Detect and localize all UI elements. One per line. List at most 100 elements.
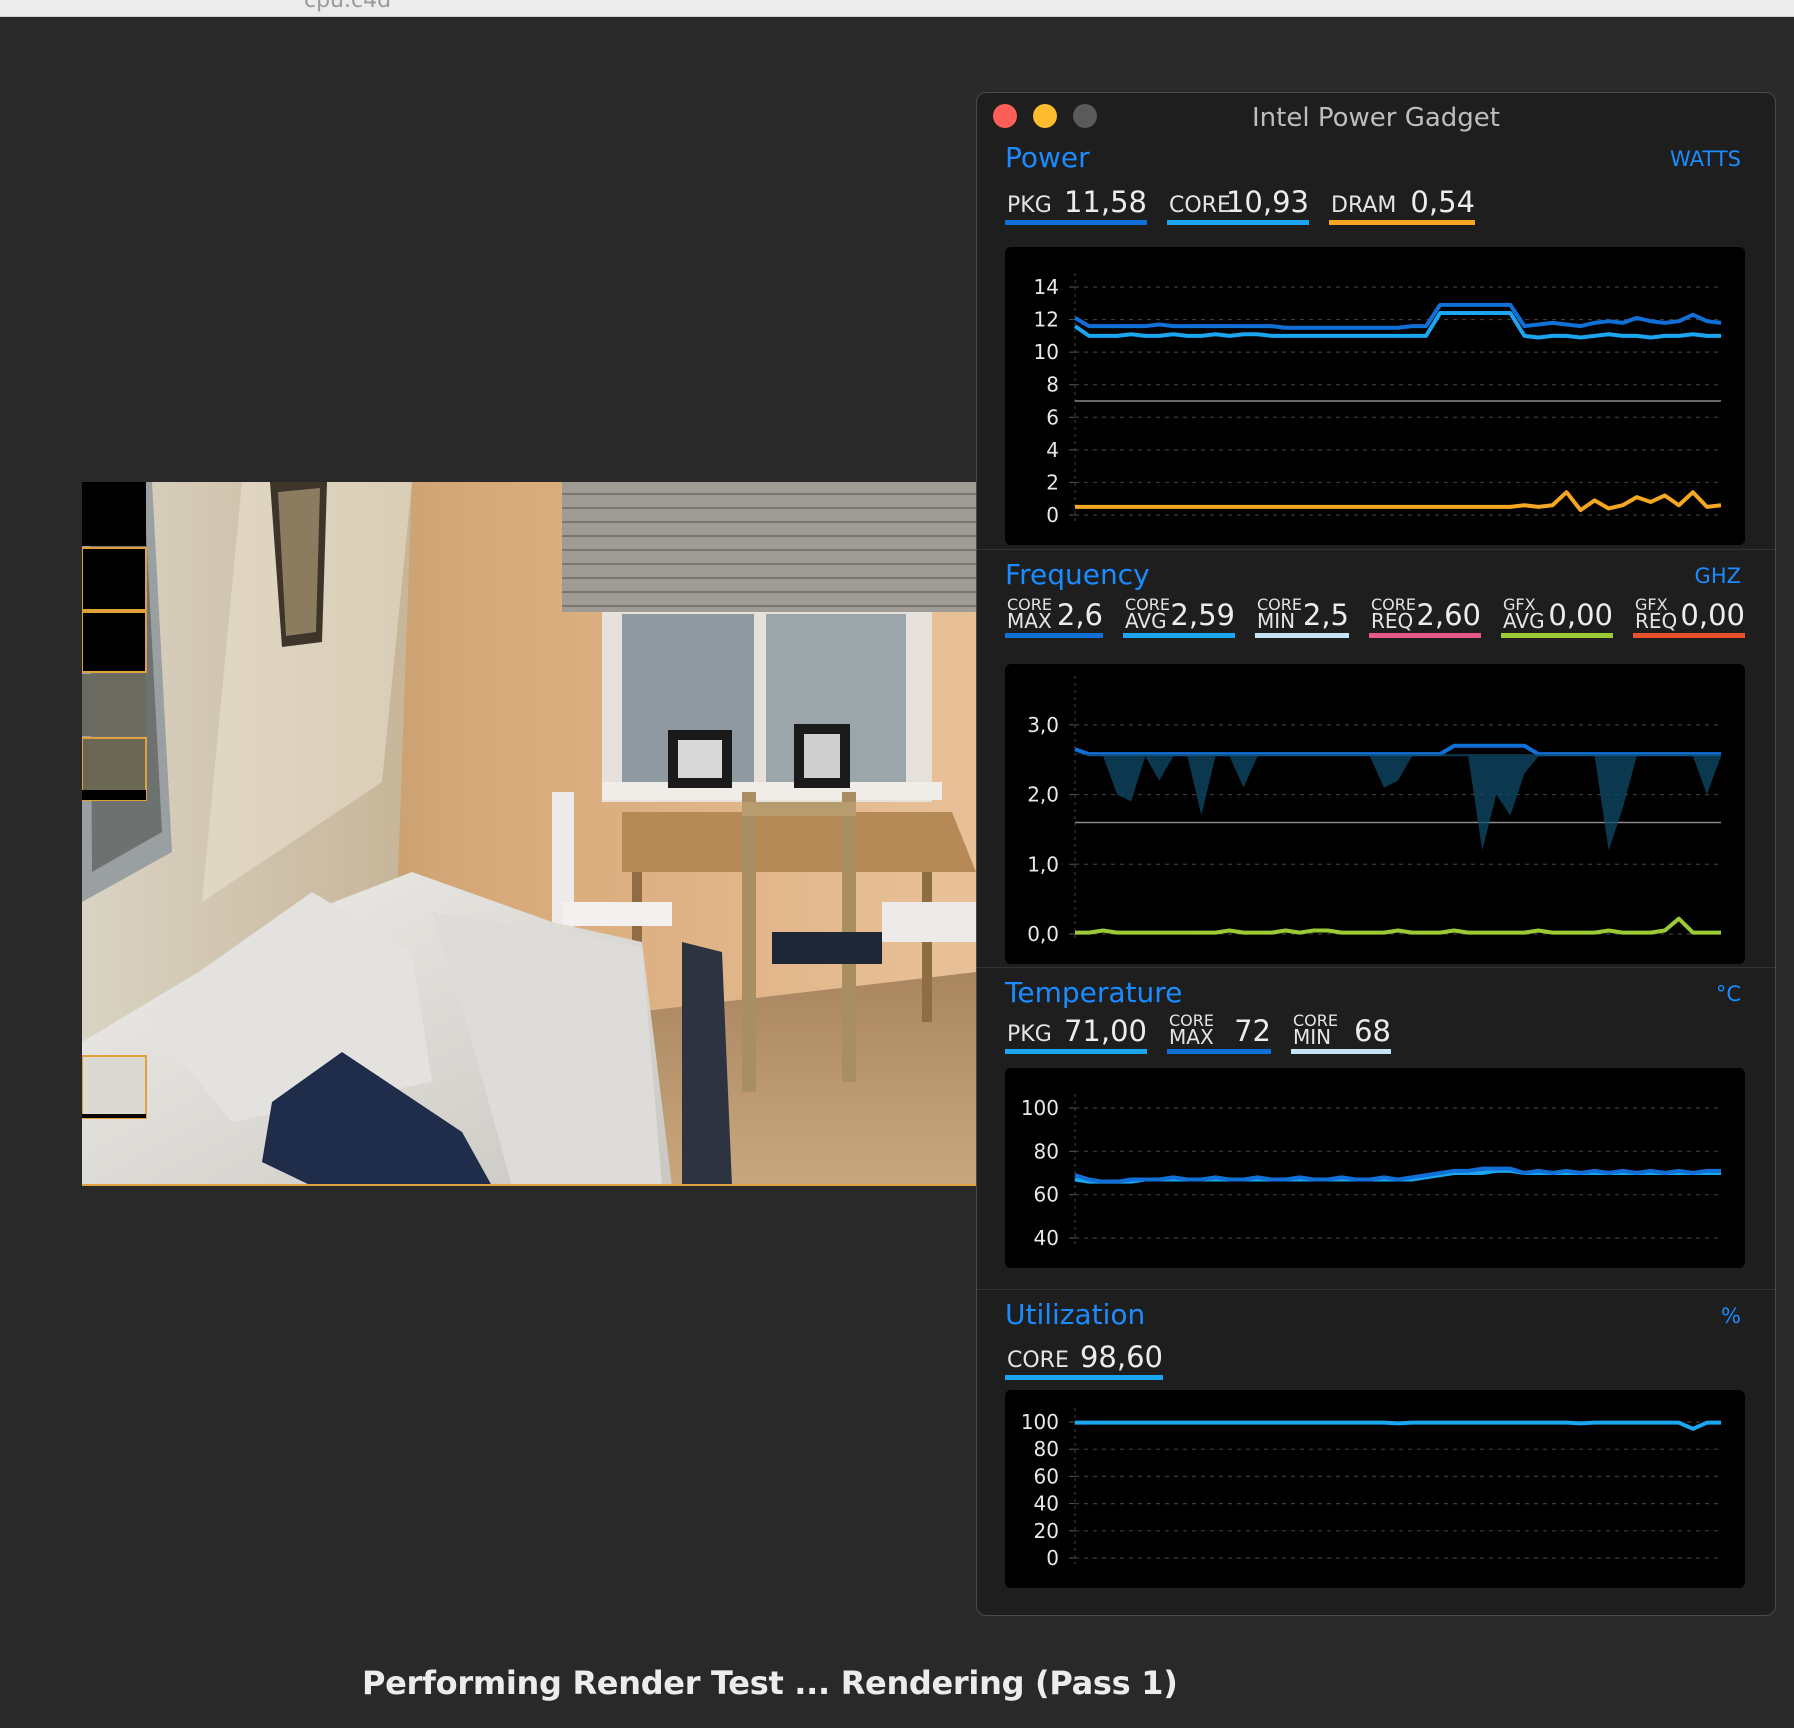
y-tick-label: 60 xyxy=(1034,1183,1059,1207)
metric-value: 2,60 xyxy=(1416,598,1481,632)
frequency-chart: 3,0 2,0 1,0 0,0 xyxy=(1005,664,1745,964)
temp-metric-core-max: CORE MAX 72 xyxy=(1167,1010,1271,1054)
metric-value: 2,5 xyxy=(1302,598,1349,632)
freq-metric-core-max: CORE MAX 2,6 xyxy=(1005,594,1103,638)
metric-value: 11,58 xyxy=(1063,185,1147,219)
frequency-section: Frequency GHZ CORE MAX 2,6 CORE AVG 2,59 C… xyxy=(977,549,1775,967)
power-unit: WATTS xyxy=(1670,147,1741,171)
metric-color-bar xyxy=(1123,633,1235,638)
series-line-dram xyxy=(1075,490,1722,513)
power-section: Power WATTS PKG 11,58 CORE 10,93 DRAM 0,… xyxy=(977,133,1775,545)
y-tick-label: 80 xyxy=(1034,1139,1059,1163)
metric-color-bar xyxy=(1005,1375,1163,1380)
metric-label: GFX REQ xyxy=(1635,594,1678,633)
utilization-title: Utilization xyxy=(1005,1298,1146,1331)
metric-color-bar xyxy=(1329,220,1475,225)
y-tick-label: 12 xyxy=(1034,308,1059,332)
temperature-unit: °C xyxy=(1715,982,1741,1006)
metric-color-bar xyxy=(1501,633,1613,638)
y-tick-label: 0 xyxy=(1046,503,1059,527)
metric-label: PKG xyxy=(1007,193,1052,218)
render-viewport xyxy=(82,482,976,1186)
render-status-text: Performing Render Test ... Rendering (Pa… xyxy=(362,1664,1178,1702)
utilization-section: Utilization % CORE 98,60 100 80 60 40 20 0 xyxy=(977,1289,1775,1615)
y-tick-label: 8 xyxy=(1046,373,1059,397)
metric-label: DRAM xyxy=(1331,193,1397,218)
y-tick-label: 2,0 xyxy=(1027,783,1059,807)
frequency-unit: GHZ xyxy=(1694,564,1741,588)
frequency-title: Frequency xyxy=(1005,558,1150,591)
y-tick-label: 10 xyxy=(1034,340,1059,364)
power-metric-core: CORE 10,93 xyxy=(1167,181,1309,225)
metric-value: 72 xyxy=(1234,1014,1271,1048)
metric-color-bar xyxy=(1167,220,1309,225)
utilization-chart: 100 80 60 40 20 0 xyxy=(1005,1390,1745,1588)
metric-label: CORE MIN xyxy=(1257,594,1302,633)
y-tick-label: 40 xyxy=(1034,1492,1059,1516)
metric-value: 71,00 xyxy=(1063,1014,1147,1048)
y-tick-label: 4 xyxy=(1046,438,1059,462)
utilization-unit: % xyxy=(1721,1304,1741,1328)
power-metric-pkg: PKG 11,58 xyxy=(1005,181,1147,225)
y-tick-label: 3,0 xyxy=(1027,713,1059,737)
metric-label: GFX AVG xyxy=(1503,594,1545,633)
power-gadget-window: Intel Power Gadget Power WATTS PKG 11,58… xyxy=(976,92,1776,1616)
series-line-pkg xyxy=(1073,302,1722,330)
metric-color-bar xyxy=(1167,1049,1271,1054)
freq-metric-core-min: CORE MIN 2,5 xyxy=(1255,594,1349,638)
metric-color-bar xyxy=(1005,220,1147,225)
series-area-core-min xyxy=(1075,752,1721,851)
metric-value: 0,00 xyxy=(1548,598,1613,632)
metric-label: CORE xyxy=(1169,193,1231,218)
y-tick-label: 2 xyxy=(1046,470,1059,494)
series-line-core xyxy=(1075,1420,1721,1431)
metric-value: 0,00 xyxy=(1680,598,1745,632)
y-tick-label: 1,0 xyxy=(1027,852,1059,876)
metric-color-bar xyxy=(1005,633,1103,638)
freq-metric-gfx-avg: GFX AVG 0,00 xyxy=(1501,594,1613,638)
power-metric-dram: DRAM 0,54 xyxy=(1329,181,1475,225)
metric-value: 2,6 xyxy=(1056,598,1103,632)
temp-metric-core-min: CORE MIN 68 xyxy=(1291,1010,1391,1054)
temp-metric-pkg: PKG 71,00 xyxy=(1005,1010,1147,1054)
window-title: Intel Power Gadget xyxy=(1252,103,1500,133)
metric-label: CORE MAX xyxy=(1007,594,1052,633)
freq-metric-core-req: CORE REQ 2,60 xyxy=(1369,594,1481,638)
metric-color-bar xyxy=(1369,633,1481,638)
series-line-core-max xyxy=(1074,743,1721,757)
metric-label: CORE MIN xyxy=(1293,1010,1338,1049)
series-line-gfx-avg xyxy=(1075,916,1721,935)
metric-value: 98,60 xyxy=(1079,1340,1163,1374)
metric-label: CORE MAX xyxy=(1169,1010,1214,1049)
metric-color-bar xyxy=(1005,1049,1147,1054)
y-tick-label: 40 xyxy=(1034,1226,1059,1250)
document-tab-bar: cpu.c4d xyxy=(0,0,1794,17)
freq-metric-core-avg: CORE AVG 2,59 xyxy=(1123,594,1235,638)
render-image xyxy=(82,482,976,1184)
metric-label: PKG xyxy=(1007,1022,1052,1047)
metric-label: CORE REQ xyxy=(1371,594,1416,633)
metric-value: 0,54 xyxy=(1410,185,1475,219)
y-tick-label: 80 xyxy=(1034,1437,1059,1461)
y-tick-label: 100 xyxy=(1021,1410,1059,1434)
y-tick-label: 6 xyxy=(1046,405,1059,429)
metric-label: CORE xyxy=(1007,1348,1069,1373)
document-filename: cpu.c4d xyxy=(304,0,392,13)
freq-metric-gfx-req: GFX REQ 0,00 xyxy=(1633,594,1745,638)
y-tick-label: 60 xyxy=(1034,1464,1059,1488)
metric-label: CORE AVG xyxy=(1125,594,1170,633)
temperature-title: Temperature xyxy=(1005,976,1183,1009)
metric-color-bar xyxy=(1291,1049,1391,1054)
y-tick-label: 100 xyxy=(1021,1096,1059,1120)
y-tick-label: 20 xyxy=(1034,1519,1059,1543)
metric-value: 68 xyxy=(1354,1014,1391,1048)
y-tick-label: 0,0 xyxy=(1027,922,1059,946)
y-tick-label: 0 xyxy=(1046,1546,1059,1570)
temperature-chart: 100 80 60 40 xyxy=(1005,1068,1745,1268)
y-tick-label: 14 xyxy=(1034,275,1059,299)
metric-value: 2,59 xyxy=(1170,598,1235,632)
metric-color-bar xyxy=(1255,633,1349,638)
temperature-section: Temperature °C PKG 71,00 CORE MAX 72 CORE… xyxy=(977,967,1775,1289)
power-chart: 14 12 10 8 6 4 2 0 xyxy=(1005,247,1745,545)
power-title: Power xyxy=(1005,141,1090,174)
